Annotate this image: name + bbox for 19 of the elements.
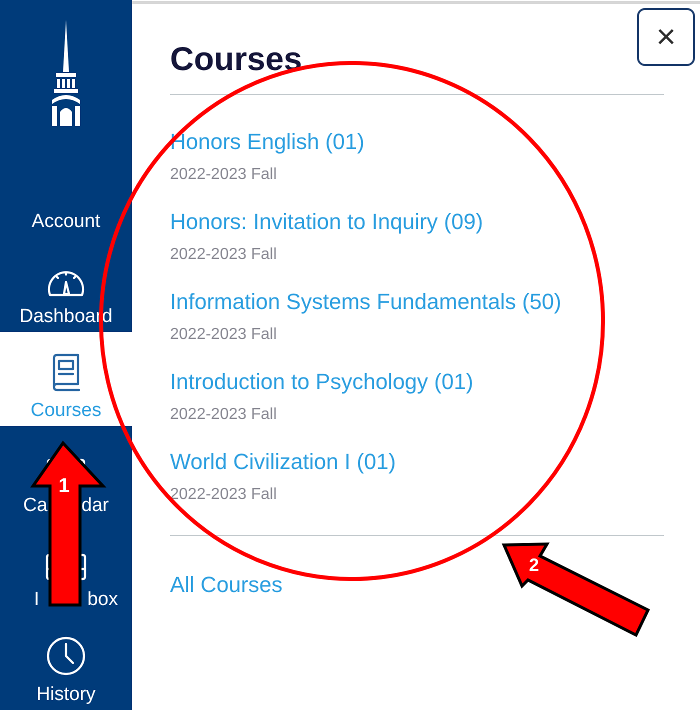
close-button[interactable]: × [637,8,695,66]
course-term: 2022-2023 Fall [170,485,278,505]
course-term: 2022-2023 Fall [170,245,278,265]
course-term: 2022-2023 Fall [170,165,278,185]
course-term: 2022-2023 Fall [170,325,278,345]
course-term: 2022-2023 Fall [170,405,278,425]
course-link[interactable]: Honors: Invitation to Inquiry (09) [170,209,664,235]
course-link[interactable]: Introduction to Psychology (01) [170,369,664,395]
nav-label: Ca [23,496,48,515]
nav-label: I [34,590,40,610]
nav-item[interactable]: Courses [0,332,132,426]
nav-label: dar [81,496,109,515]
tray-title: Courses [170,42,302,75]
course-link[interactable]: World Civilization I (01) [170,449,664,475]
annotation-arrow: 2 [502,542,650,638]
nav-label: box [87,590,118,610]
course-link[interactable]: Honors English (01) [170,129,664,155]
course-link[interactable]: Information Systems Fundamentals (50) [170,289,664,315]
all-courses-link[interactable]: All Courses [170,572,282,597]
